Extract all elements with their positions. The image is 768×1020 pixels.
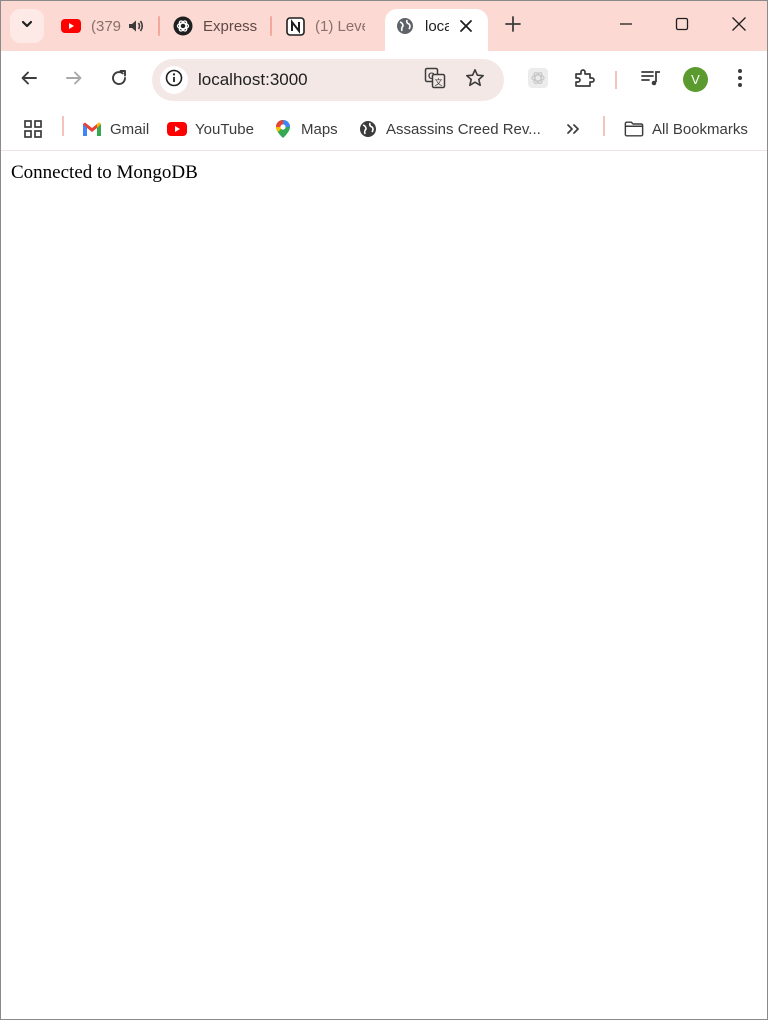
new-tab-button[interactable]	[498, 11, 528, 41]
translate-icon: G文	[424, 67, 446, 94]
minimize-button[interactable]	[603, 7, 649, 45]
double-chevron-right-icon	[563, 119, 583, 139]
reload-button[interactable]	[102, 63, 136, 97]
puzzle-icon	[573, 67, 595, 94]
url-text[interactable]: localhost:3000	[198, 70, 308, 90]
address-bar[interactable]: localhost:3000 G文	[152, 59, 504, 101]
bookmark-label: YouTube	[195, 120, 254, 138]
arrow-right-icon	[65, 69, 83, 92]
tab-separator	[158, 16, 160, 36]
openai-icon	[173, 16, 193, 36]
tab-localhost-active[interactable]: loca	[385, 9, 488, 51]
connection-status-message: Connected to MongoDB	[11, 162, 198, 183]
globe-icon	[358, 119, 378, 139]
tab-title: (1) Leve	[315, 17, 365, 35]
menu-button[interactable]	[723, 63, 757, 97]
reload-icon	[110, 69, 128, 92]
bookmark-star-button[interactable]	[461, 66, 489, 94]
maximize-icon	[675, 17, 689, 36]
toolbar-separator	[615, 71, 617, 89]
more-bookmarks-button[interactable]	[563, 115, 591, 143]
speaker-icon[interactable]	[127, 18, 145, 34]
info-icon	[165, 69, 183, 92]
tab-notion[interactable]: (1) Leve	[285, 9, 371, 43]
star-icon	[465, 68, 485, 93]
bookmark-separator	[603, 116, 605, 136]
bookmarks-bar: Gmail YouTube Maps Assassins Creed Rev..…	[1, 107, 767, 151]
page-content: Connected to MongoDB	[1, 152, 767, 1019]
tab-title: Express	[203, 17, 258, 35]
notion-icon	[285, 16, 305, 36]
folder-icon	[624, 119, 644, 139]
minimize-icon	[619, 17, 633, 36]
back-button[interactable]	[12, 63, 46, 97]
apps-button[interactable]	[23, 115, 51, 143]
tab-separator	[270, 16, 272, 36]
site-info-button[interactable]	[160, 66, 188, 94]
youtube-icon	[61, 16, 81, 36]
bookmark-label: Maps	[301, 120, 338, 138]
more-vert-icon	[737, 68, 743, 93]
maps-pin-icon	[273, 119, 293, 139]
apps-grid-icon	[23, 119, 43, 139]
globe-icon	[395, 16, 415, 36]
youtube-icon	[167, 119, 187, 139]
bookmark-separator	[62, 116, 64, 136]
tab-express[interactable]: Express	[173, 9, 263, 43]
maximize-button[interactable]	[659, 7, 705, 45]
tab-search-button[interactable]	[10, 9, 44, 43]
all-bookmarks-button[interactable]: All Bookmarks	[624, 115, 748, 143]
tab-youtube[interactable]: (379	[61, 9, 153, 43]
svg-text:文: 文	[435, 77, 443, 87]
plus-icon	[505, 15, 521, 37]
chatgpt-extension-button[interactable]	[521, 63, 555, 97]
arrow-left-icon	[20, 69, 38, 92]
bookmark-label: All Bookmarks	[652, 120, 748, 138]
close-icon	[731, 16, 747, 37]
extensions-button[interactable]	[567, 63, 601, 97]
browser-window: (379 Express (1) Leve loca	[0, 0, 768, 1020]
media-controls-button[interactable]	[634, 63, 668, 97]
close-window-button[interactable]	[716, 7, 762, 45]
close-tab-icon[interactable]	[459, 19, 473, 33]
bookmark-youtube[interactable]: YouTube	[167, 115, 254, 143]
tab-title: loca	[425, 17, 449, 35]
queue-music-icon	[640, 67, 662, 94]
profile-avatar[interactable]: V	[683, 67, 708, 92]
openai-icon	[527, 67, 549, 94]
tab-strip: (379 Express (1) Leve loca	[1, 1, 767, 51]
gmail-icon	[82, 119, 102, 139]
bookmark-assassins-creed[interactable]: Assassins Creed Rev...	[358, 115, 541, 143]
bookmark-label: Assassins Creed Rev...	[386, 120, 541, 138]
translate-button[interactable]: G文	[421, 66, 449, 94]
forward-button[interactable]	[57, 63, 91, 97]
bookmark-label: Gmail	[110, 120, 150, 138]
bookmark-maps[interactable]: Maps	[273, 115, 338, 143]
bookmark-gmail[interactable]: Gmail	[82, 115, 149, 143]
chevron-down-icon	[20, 17, 34, 36]
tab-title: (379	[91, 17, 121, 35]
toolbar: localhost:3000 G文 V	[1, 51, 767, 107]
